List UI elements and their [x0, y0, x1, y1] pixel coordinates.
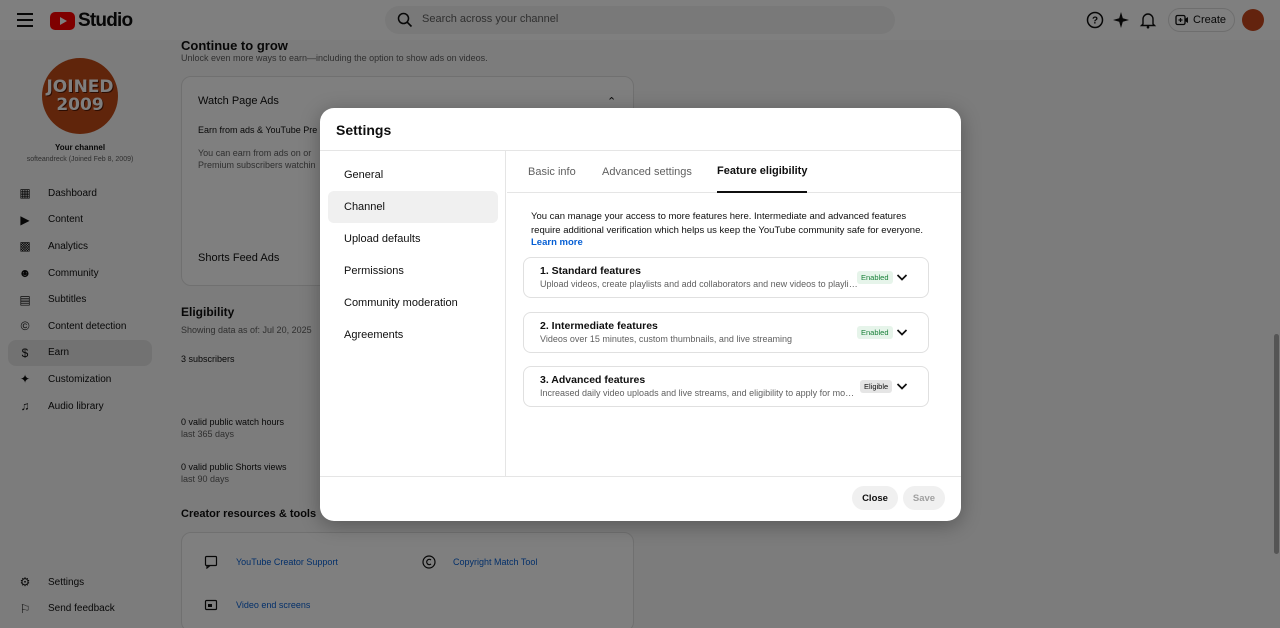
settings-nav-upload-defaults[interactable]: Upload defaults: [328, 223, 498, 255]
dialog-title: Settings: [336, 122, 392, 138]
learn-more-link[interactable]: Learn more: [531, 237, 583, 248]
settings-nav-agreements[interactable]: Agreements: [328, 319, 498, 351]
chevron-down-icon[interactable]: [895, 325, 909, 339]
feature-title: 3. Advanced features: [540, 374, 646, 386]
feature-description: Upload videos, create playlists and add …: [540, 279, 858, 289]
status-badge: Enabled: [857, 326, 893, 339]
settings-nav: General Channel Upload defaults Permissi…: [328, 159, 498, 351]
settings-nav-general[interactable]: General: [328, 159, 498, 191]
status-badge: Enabled: [857, 271, 893, 284]
settings-nav-panel: General Channel Upload defaults Permissi…: [320, 151, 506, 476]
page-scrollbar[interactable]: [1274, 334, 1279, 554]
feature-description: Increased daily video uploads and live s…: [540, 388, 858, 398]
chevron-down-icon[interactable]: [895, 379, 909, 393]
close-button[interactable]: Close: [852, 486, 898, 510]
settings-dialog: Settings General Channel Upload defaults…: [320, 108, 961, 521]
feature-title: 1. Standard features: [540, 265, 641, 277]
chevron-down-icon[interactable]: [895, 270, 909, 284]
channel-tabs: Basic info Advanced settings Feature eli…: [507, 151, 961, 193]
status-badge: Eligible: [860, 380, 893, 393]
save-button[interactable]: Save: [903, 486, 945, 510]
feature-title: 2. Intermediate features: [540, 320, 658, 332]
divider: [320, 476, 961, 477]
feature-description: Videos over 15 minutes, custom thumbnail…: [540, 334, 792, 344]
tab-feature-eligibility[interactable]: Feature eligibility: [717, 151, 808, 193]
intermediate-features-row[interactable]: 2. Intermediate features Videos over 15 …: [523, 312, 929, 353]
tab-advanced-settings[interactable]: Advanced settings: [602, 151, 692, 193]
settings-nav-community-moderation[interactable]: Community moderation: [328, 287, 498, 319]
tab-basic-info[interactable]: Basic info: [528, 151, 576, 193]
settings-nav-permissions[interactable]: Permissions: [328, 255, 498, 287]
settings-nav-channel[interactable]: Channel: [328, 191, 498, 223]
standard-features-row[interactable]: 1. Standard features Upload videos, crea…: [523, 257, 929, 298]
advanced-features-row[interactable]: 3. Advanced features Increased daily vid…: [523, 366, 929, 407]
feature-eligibility-intro: You can manage your access to more featu…: [531, 211, 924, 236]
